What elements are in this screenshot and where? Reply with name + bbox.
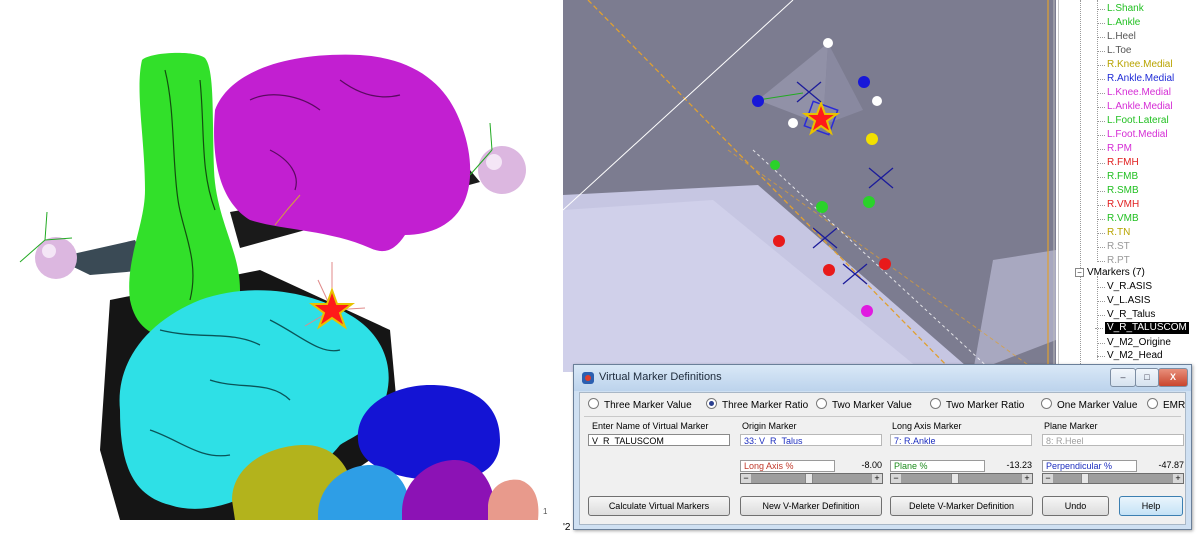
- radio-three-marker-value[interactable]: Three Marker Value: [588, 398, 692, 411]
- long-axis-ratio-value: -8.00: [861, 460, 882, 470]
- virtual-marker-name-input[interactable]: V_R_TALUSCOM: [588, 434, 730, 446]
- minimize-button[interactable]: –: [1110, 368, 1136, 387]
- radio-three-marker-ratio[interactable]: Three Marker Ratio: [706, 398, 808, 411]
- minus-icon[interactable]: −: [741, 474, 751, 483]
- long-axis-ratio-slider[interactable]: − +: [740, 473, 883, 484]
- new-vmarker-definition-button[interactable]: New V-Marker Definition: [740, 496, 882, 516]
- radio-label: One Marker Value: [1057, 400, 1138, 411]
- tree-item-l-toe[interactable]: L.Toe: [1096, 45, 1131, 57]
- tree-item-r-ankle-medial[interactable]: R.Ankle.Medial: [1096, 73, 1174, 85]
- tree-item-r-fmh[interactable]: R.FMH: [1097, 157, 1139, 169]
- close-button[interactable]: X: [1158, 368, 1188, 387]
- delete-vmarker-definition-button[interactable]: Delete V-Marker Definition: [890, 496, 1033, 516]
- undo-button[interactable]: Undo: [1042, 496, 1109, 516]
- plane-ratio-slider[interactable]: − +: [890, 473, 1033, 484]
- radio-label: EMR: [1163, 400, 1186, 411]
- mode-radio-group: Three Marker Value Three Marker Ratio Tw…: [580, 398, 1185, 414]
- long-axis-marker-field[interactable]: 7: R.Ankle: [890, 434, 1032, 446]
- slider-thumb[interactable]: [951, 474, 959, 483]
- radio-emr[interactable]: EMR: [1147, 398, 1185, 411]
- radio-dot-icon: [1041, 398, 1052, 409]
- radio-dot-icon: [588, 398, 599, 409]
- dialog-body: Three Marker Value Three Marker Ratio Tw…: [579, 392, 1186, 525]
- help-button[interactable]: Help: [1119, 496, 1183, 516]
- tree-guide-line: [1080, 0, 1081, 372]
- tree-group-label: VMarkers (7): [1087, 267, 1145, 278]
- radio-one-marker-value[interactable]: One Marker Value: [1041, 398, 1137, 411]
- tree-item-r-pt[interactable]: R.PT: [1097, 255, 1130, 267]
- bone-render: [19, 52, 539, 520]
- tree-group-vmarkers[interactable]: − VMarkers (7): [1075, 267, 1145, 279]
- tree-item-r-knee-medial[interactable]: R.Knee.Medial: [1097, 59, 1173, 71]
- tree-item-r-vmh[interactable]: R.VMH: [1096, 199, 1139, 211]
- tree-item-l-knee-medial[interactable]: L.Knee.Medial: [1097, 87, 1171, 99]
- perpendicular-ratio-slider[interactable]: − +: [1042, 473, 1184, 484]
- separator: [584, 416, 1181, 417]
- maximize-button[interactable]: □: [1135, 368, 1159, 387]
- corner-mark: 1: [543, 507, 548, 516]
- minus-icon[interactable]: −: [891, 474, 901, 483]
- long-axis-ratio-label: Long Axis %: [740, 460, 835, 472]
- stray-text: '2: [563, 522, 571, 533]
- tree-item-l-heel[interactable]: L.Heel: [1097, 31, 1136, 43]
- slider-thumb[interactable]: [805, 474, 813, 483]
- origin-marker-field[interactable]: 33: V_R_Talus: [740, 434, 882, 446]
- long-axis-marker-label: Long Axis Marker: [892, 421, 962, 431]
- radio-label: Two Marker Value: [832, 400, 912, 411]
- plane-ratio-label: Plane %: [890, 460, 985, 472]
- viewport-render: [563, 0, 1056, 372]
- tree-guide-line-markers: [1097, 0, 1098, 260]
- tree-item-v-r-taluscom[interactable]: V_R_TALUSCOM: [1095, 322, 1189, 334]
- marker-3d-viewport[interactable]: [563, 0, 1056, 372]
- slider-thumb[interactable]: [1081, 474, 1089, 483]
- tree-item-v-l-asis[interactable]: V_L.ASIS: [1096, 295, 1150, 307]
- radio-label: Three Marker Ratio: [722, 400, 809, 411]
- origin-marker-label: Origin Marker: [742, 421, 797, 431]
- plus-icon[interactable]: +: [1022, 474, 1032, 483]
- tree-item-v-m2-head[interactable]: V_M2_Head: [1097, 350, 1163, 362]
- tree-item-l-foot-lateral[interactable]: L.Foot.Lateral: [1097, 115, 1169, 127]
- radio-label: Three Marker Value: [604, 400, 692, 411]
- tree-item-r-pm[interactable]: R.PM: [1097, 143, 1132, 155]
- radio-dot-selected-icon: [706, 398, 717, 409]
- plus-icon[interactable]: +: [872, 474, 882, 483]
- tree-item-v-r-talus[interactable]: V_R_Talus: [1096, 309, 1155, 321]
- tree-item-r-smb[interactable]: R.SMB: [1097, 185, 1139, 197]
- tree-item-r-fmb[interactable]: R.FMB: [1096, 171, 1138, 183]
- app-icon: [582, 372, 594, 384]
- tree-guide-line-vmarkers: [1097, 276, 1098, 360]
- tree-item-l-foot-medial[interactable]: L.Foot.Medial: [1097, 129, 1168, 141]
- plane-ratio-value: -13.23: [1006, 460, 1032, 470]
- radio-dot-icon: [1147, 398, 1158, 409]
- radio-two-marker-ratio[interactable]: Two Marker Ratio: [930, 398, 1024, 411]
- name-label: Enter Name of Virtual Marker: [592, 421, 709, 431]
- tree-item-l-ankle[interactable]: L.Ankle: [1096, 17, 1140, 29]
- radio-dot-icon: [816, 398, 827, 409]
- tree-item-l-ankle-medial[interactable]: L.Ankle.Medial: [1097, 101, 1173, 113]
- tree-item-v-r-asis[interactable]: V_R.ASIS: [1096, 281, 1152, 293]
- plane-marker-field[interactable]: 8: R.Heel: [1042, 434, 1184, 446]
- perpendicular-ratio-value: -47.87: [1158, 460, 1184, 470]
- tree-item-v-m2-origine[interactable]: V_M2_Origine: [1097, 337, 1171, 349]
- dialog-titlebar[interactable]: Virtual Marker Definitions – □ X: [574, 365, 1191, 391]
- tree-item-r-st[interactable]: R.ST: [1097, 241, 1130, 253]
- tree-item-r-vmb[interactable]: R.VMB: [1097, 213, 1139, 225]
- collapse-toggle-icon[interactable]: −: [1075, 267, 1084, 277]
- virtual-marker-dialog: Virtual Marker Definitions – □ X Three M…: [573, 364, 1192, 530]
- dialog-title: Virtual Marker Definitions: [599, 371, 722, 383]
- tree-item-l-shank[interactable]: L.Shank: [1097, 3, 1144, 15]
- calculate-virtual-markers-button[interactable]: Calculate Virtual Markers: [588, 496, 730, 516]
- plane-marker-label: Plane Marker: [1044, 421, 1098, 431]
- plus-icon[interactable]: +: [1173, 474, 1183, 483]
- tree-item-r-tn[interactable]: R.TN: [1096, 227, 1130, 239]
- perpendicular-ratio-label: Perpendicular %: [1042, 460, 1137, 472]
- radio-two-marker-value[interactable]: Two Marker Value: [816, 398, 912, 411]
- radio-dot-icon: [930, 398, 941, 409]
- bone-3d-view[interactable]: 1: [0, 0, 555, 535]
- minus-icon[interactable]: −: [1043, 474, 1053, 483]
- radio-label: Two Marker Ratio: [946, 400, 1025, 411]
